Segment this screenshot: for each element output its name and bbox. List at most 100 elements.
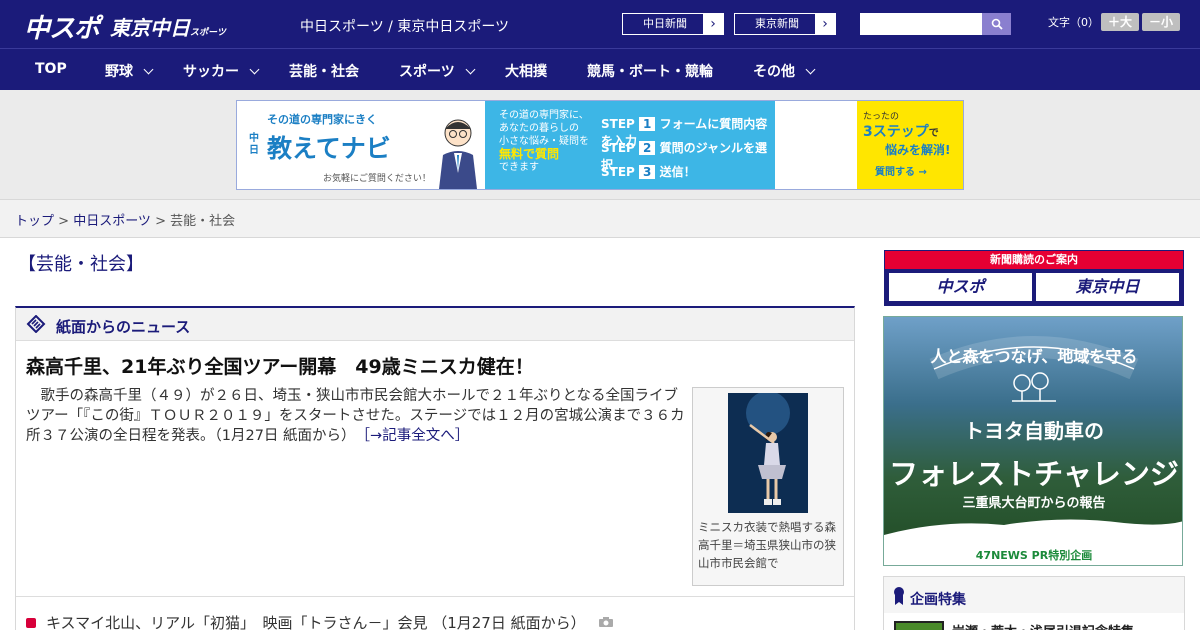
article-photo[interactable] [728, 393, 808, 513]
site-title-link[interactable]: 中日スポーツ / 東京中日スポーツ [300, 16, 509, 36]
ad-company: トヨタ自動車の [964, 419, 1104, 443]
font-size-down-button[interactable]: －小 [1142, 13, 1180, 31]
tokyo-logo-text: 東京中日 [110, 16, 190, 40]
nav-sports[interactable]: スポーツ [399, 61, 476, 81]
top-header: 中スポ 東京中日スポーツ 中日スポーツ / 東京中日スポーツ 中日新聞 › 東京… [0, 0, 1200, 48]
banner-note: お気軽にご質問ください！ [323, 174, 431, 184]
feature-thumbnail [894, 621, 944, 630]
question-button-label: 質問する [875, 167, 915, 178]
chevron-right-icon: › [703, 14, 723, 34]
font-size-label: 文字（0） [1048, 16, 1099, 29]
ad-pr-label: 47NEWS PR特別企画 [975, 549, 1093, 562]
banner-right-sub: 悩みを解消! [885, 143, 951, 157]
ribbon-badge-icon [894, 587, 904, 605]
step-3-text: 送信！ [659, 165, 696, 179]
page-title: 【芸能・社会】 [18, 254, 144, 275]
breadcrumb-chunichi-sports[interactable]: 中日スポーツ [73, 214, 151, 229]
banner-right-de: で [928, 128, 939, 139]
ad-subline: 三重県大台町からの報告 [962, 496, 1106, 511]
chevron-down-icon [805, 64, 816, 75]
banner-right-big-text: 3ステップ [863, 124, 929, 140]
breadcrumb-sep: > [150, 214, 171, 229]
businessman-illustration-icon [439, 119, 477, 189]
chevron-right-icon: › [815, 14, 835, 34]
section-label: 紙面からのニュース [56, 318, 191, 336]
trees-icon [1012, 372, 1056, 402]
ad-headline: フォレストチャレンジ [889, 457, 1179, 491]
tokyo-chunichi-logo[interactable]: 東京中日スポーツ [110, 12, 226, 41]
feature-section: 企画特集 岩瀬・荒木・浅尾引退記念特集 [883, 576, 1185, 630]
subscribe-tokyo-logo[interactable]: 東京中日 [1036, 273, 1179, 301]
nav-label: スポーツ [399, 64, 455, 80]
nav-label: 大相撲 [505, 64, 547, 80]
divider [16, 596, 854, 597]
banner-area: その道の専門家にきく 中日 教えてナビ お気軽にご質問ください！ その道の専門家… [0, 90, 1200, 200]
feature-item-row[interactable]: 岩瀬・荒木・浅尾引退記念特集 [884, 613, 1184, 630]
feature-title: 企画特集 [910, 592, 966, 608]
banner-mid-line: できます [499, 162, 539, 173]
banner-question-button[interactable]: 質問する → [875, 163, 927, 178]
singer-photo-icon [728, 393, 808, 513]
banner-title-small: その道の専門家にきく [267, 113, 377, 126]
nav-label: 競馬・ボート・競輪 [587, 64, 713, 80]
nav-top[interactable]: TOP [35, 61, 67, 77]
main-nav: TOP 野球 サッカー 芸能・社会 スポーツ 大相撲 競馬・ボート・競輪 その他 [0, 48, 1200, 90]
banner-mid-line: その道の専門家に、 [499, 110, 589, 121]
chunichi-shimbun-button[interactable]: 中日新聞 › [622, 13, 724, 35]
related-article-item[interactable]: キスマイ北山、リアル「初猫」 映画「トラさん－」会見 （1月27日 紙面から） [26, 612, 614, 630]
read-more-link[interactable]: ［→記事全文へ］ [363, 428, 469, 444]
banner-middle: その道の専門家に、 あなたの暮らしの 小さな悩み・疑問を 無料で質問 できます … [485, 101, 775, 189]
nav-label: TOP [35, 61, 67, 77]
news-section: 紙面からのニュース 森高千里、21年ぶり全国ツアー開幕 49歳ミニスカ健在！ 歌… [15, 306, 855, 630]
breadcrumb-current: 芸能・社会 [170, 214, 236, 229]
photo-caption: ミニスカ衣装で熱唱する森高千里＝埼玉県狭山市の狭山市市民会館で [698, 520, 836, 570]
chunichi-shimbun-label: 中日新聞 [643, 17, 687, 30]
breadcrumb-top[interactable]: トップ [15, 214, 54, 229]
chevron-down-icon [143, 64, 154, 75]
camera-icon [599, 617, 614, 627]
chevron-down-icon [465, 64, 476, 75]
step-label: STEP [601, 117, 635, 131]
nav-label: 野球 [105, 64, 133, 80]
font-size-up-button[interactable]: ＋大 [1101, 13, 1139, 31]
nav-baseball[interactable]: 野球 [105, 61, 154, 81]
subscribe-chuspo-logo[interactable]: 中スポ [889, 273, 1032, 301]
article-body: 歌手の森高千里（４９）が２６日、埼玉・狭山市市民会館大ホールで２１年ぶりとなる全… [26, 388, 685, 444]
nav-soccer[interactable]: サッカー [183, 61, 260, 81]
nav-sumo[interactable]: 大相撲 [505, 61, 547, 81]
banner-step-3: STEP 3 送信！ [601, 165, 696, 179]
news-section-header: 紙面からのニュース [16, 308, 854, 341]
article-photo-box: ミニスカ衣装で熱唱する森高千里＝埼玉県狭山市の狭山市市民会館で [692, 387, 844, 586]
search-icon [991, 18, 1003, 30]
chuspo-logo[interactable]: 中スポ [24, 8, 100, 45]
tokyo-logo-small: スポーツ [190, 28, 226, 38]
tokyo-shimbun-label: 東京新聞 [755, 17, 799, 30]
subscription-box[interactable]: 新聞購読のご案内 中スポ 東京中日 [884, 250, 1184, 306]
step-label: STEP [601, 141, 635, 155]
tokyo-shimbun-button[interactable]: 東京新聞 › [734, 13, 836, 35]
banner-free-label: 無料で質問 [499, 147, 560, 161]
step-label: STEP [601, 165, 635, 179]
search-button[interactable] [982, 13, 1011, 35]
nav-label: サッカー [183, 64, 239, 80]
search-input[interactable] [860, 13, 982, 35]
banner-brand: 中日 [249, 133, 259, 156]
oshiete-navi-banner[interactable]: その道の専門家にきく 中日 教えてナビ お気軽にご質問ください！ その道の専門家… [236, 100, 964, 190]
nav-racing[interactable]: 競馬・ボート・競輪 [587, 61, 713, 81]
feature-item-text: 岩瀬・荒木・浅尾引退記念特集 [952, 621, 1134, 630]
banner-title-main: 教えてナビ [267, 134, 391, 163]
article-headline[interactable]: 森高千里、21年ぶり全国ツアー開幕 49歳ミニスカ健在！ [26, 352, 534, 379]
breadcrumb-area: トップ > 中日スポーツ > 芸能・社会 [0, 200, 1200, 238]
breadcrumb-sep: > [54, 214, 74, 229]
nav-other[interactable]: その他 [753, 61, 816, 81]
article-summary: 歌手の森高千里（４９）が２６日、埼玉・狭山市市民会館大ホールで２１年ぶりとなる全… [26, 386, 686, 446]
breadcrumb: トップ > 中日スポーツ > 芸能・社会 [15, 210, 235, 229]
banner-yellow-panel: たったの 3ステップで 悩みを解消! 質問する → [857, 101, 963, 189]
newspaper-icon [26, 315, 46, 333]
nav-entertainment[interactable]: 芸能・社会 [289, 61, 359, 81]
nav-label: その他 [753, 64, 795, 80]
banner-mid-text: その道の専門家に、 あなたの暮らしの 小さな悩み・疑問を 無料で質問 できます [499, 109, 589, 174]
chevron-down-icon [249, 64, 260, 75]
forest-challenge-ad[interactable]: 人と森をつなげ、地域を守る トヨタ自動車の フォレストチャレンジ 三重県大台町か… [883, 316, 1183, 566]
banner-mid-line: あなたの暮らしの [499, 123, 579, 134]
